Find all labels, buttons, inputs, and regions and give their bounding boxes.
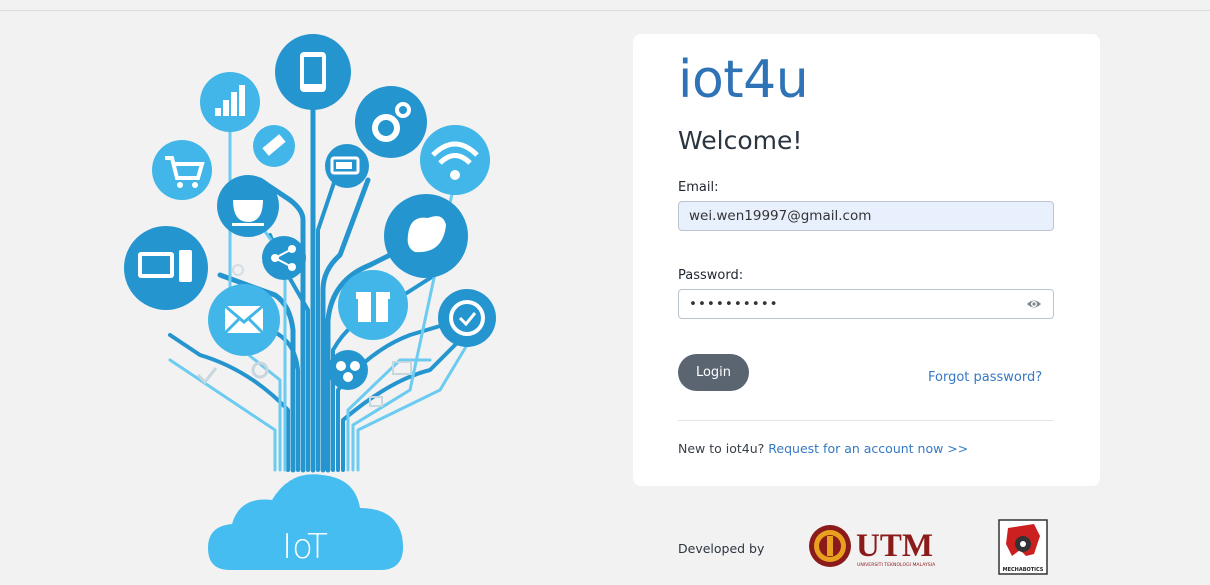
utm-logo-text: UTM: [856, 528, 933, 564]
cloud-label: IoT: [282, 527, 328, 567]
top-divider: [0, 10, 1210, 11]
forgot-password-link[interactable]: Forgot password?: [928, 370, 1042, 385]
utm-logo-subtext: UNIVERSITI TEKNOLOGI MALAYSIA: [857, 562, 936, 568]
email-field[interactable]: [678, 201, 1054, 231]
login-button[interactable]: Login: [678, 354, 749, 391]
card-divider: [678, 420, 1054, 421]
show-password-eye-icon[interactable]: [1026, 297, 1042, 311]
developed-by-label: Developed by: [678, 541, 765, 556]
welcome-heading: Welcome!: [678, 126, 803, 155]
password-label: Password:: [678, 268, 744, 283]
request-account-link[interactable]: Request for an account now >>: [768, 441, 968, 456]
iot-tree-illustration: IoT: [124, 34, 496, 570]
new-user-prompt: New to iot4u?: [678, 441, 765, 456]
password-field[interactable]: [678, 289, 1054, 319]
mechabotics-logo: MECHABOTICS: [998, 519, 1048, 575]
brand-title: iot4u: [678, 50, 809, 110]
login-card: iot4u Welcome! Email: Password: Login Fo…: [633, 34, 1100, 486]
email-label: Email:: [678, 180, 719, 195]
new-user-row: New to iot4u? Request for an account now …: [678, 441, 968, 456]
mechabotics-logo-text: MECHABOTICS: [1003, 567, 1044, 573]
utm-logo: UTM UNIVERSITI TEKNOLOGI MALAYSIA: [809, 525, 936, 568]
